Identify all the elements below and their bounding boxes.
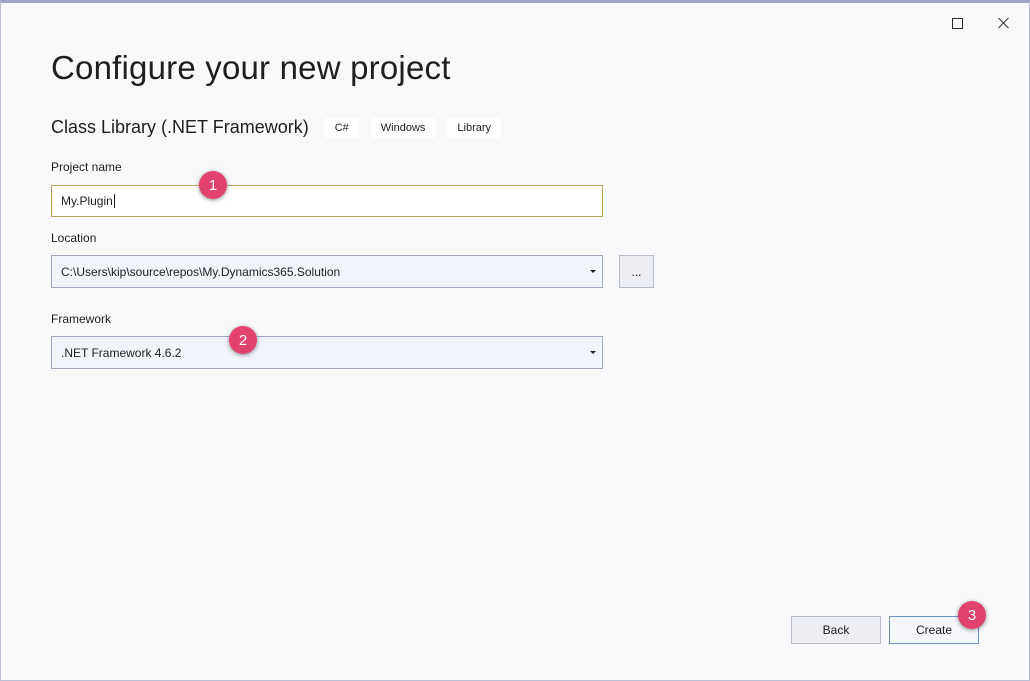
maximize-button[interactable] <box>940 11 974 35</box>
chevron-down-icon <box>590 351 596 354</box>
tag-platform: Windows <box>370 117 436 138</box>
framework-label: Framework <box>51 312 112 326</box>
step-badge-3: 3 <box>958 601 986 629</box>
dialog-window: Configure your new project Class Library… <box>0 0 1030 681</box>
template-info: Class Library (.NET Framework) C# Window… <box>51 117 513 138</box>
close-icon <box>998 17 1010 29</box>
framework-value: .NET Framework 4.6.2 <box>61 345 182 360</box>
step-badge-1: 1 <box>199 171 227 199</box>
project-name-value: My.Plugin <box>61 194 113 208</box>
location-combobox[interactable]: C:\Users\kip\source\repos\My.Dynamics365… <box>51 255 603 288</box>
location-value: C:\Users\kip\source\repos\My.Dynamics365… <box>61 264 341 279</box>
browse-location-button[interactable]: ... <box>619 255 654 288</box>
project-name-input[interactable]: My.Plugin <box>51 185 603 217</box>
maximize-icon <box>951 17 963 29</box>
text-cursor <box>113 194 115 208</box>
page-title: Configure your new project <box>51 49 451 86</box>
tag-language: C# <box>324 117 359 138</box>
back-button[interactable]: Back <box>791 616 881 644</box>
framework-combobox[interactable]: .NET Framework 4.6.2 <box>51 336 603 369</box>
close-button[interactable] <box>987 11 1021 35</box>
chevron-down-icon <box>590 270 596 273</box>
template-name: Class Library (.NET Framework) <box>51 117 309 137</box>
project-name-label: Project name <box>51 160 122 174</box>
tag-project-type: Library <box>447 117 502 138</box>
location-label: Location <box>51 231 97 245</box>
step-badge-2: 2 <box>229 326 257 354</box>
